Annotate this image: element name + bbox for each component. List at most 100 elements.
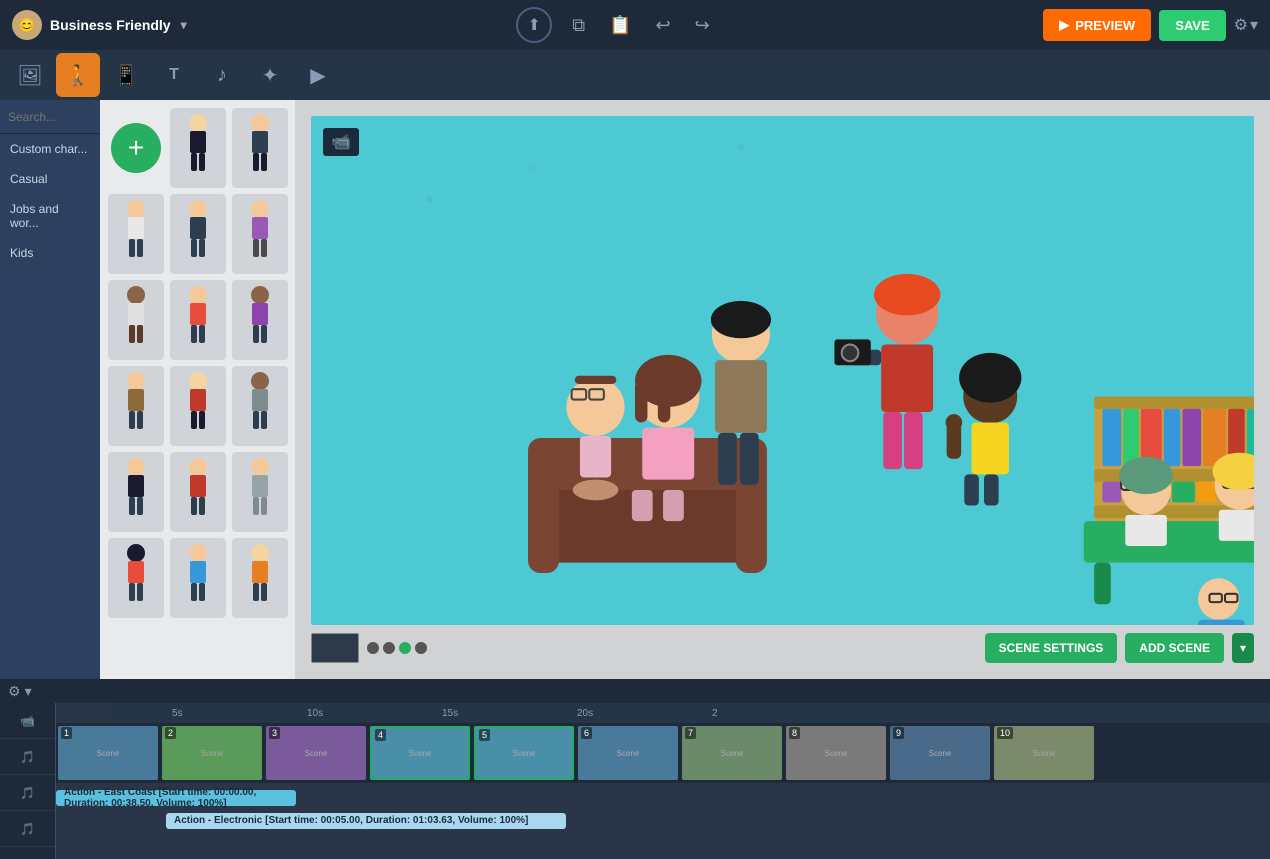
character-item[interactable] bbox=[170, 108, 226, 188]
ruler-mark-15s: 15s bbox=[442, 708, 458, 719]
audio-bar-2: Action - Electronic [Start time: 00:05.0… bbox=[166, 813, 566, 829]
scene-thumb-4[interactable]: Scene 4 bbox=[370, 726, 470, 780]
scene-thumb-9[interactable]: Scene 9 bbox=[890, 726, 990, 780]
character-item[interactable] bbox=[108, 194, 164, 274]
top-nav-right: ▶ PREVIEW SAVE ⚙ ▾ bbox=[1043, 9, 1258, 41]
audio-label-2: Action - Electronic [Start time: 00:05.0… bbox=[174, 815, 528, 826]
scene-settings-button[interactable]: SCENE SETTINGS bbox=[985, 633, 1118, 663]
character-item[interactable] bbox=[170, 452, 226, 532]
character-item[interactable] bbox=[108, 280, 164, 360]
toolbar-music[interactable]: ♪ bbox=[200, 53, 244, 97]
playback-dot-inactive bbox=[367, 642, 379, 654]
scene-thumbnail-small bbox=[311, 633, 359, 663]
main-area: 🔍 Custom char... Casual Jobs and wor... … bbox=[0, 100, 1270, 679]
character-item[interactable] bbox=[170, 280, 226, 360]
settings-button[interactable]: ⚙ ▾ bbox=[1234, 15, 1258, 35]
upload-button[interactable]: ⬆ bbox=[516, 7, 552, 43]
ruler-mark-20s: 20s bbox=[577, 708, 593, 719]
copy-button[interactable]: ⧉ bbox=[568, 11, 589, 40]
character-item[interactable] bbox=[170, 194, 226, 274]
camera-icon: 📹 bbox=[323, 128, 359, 156]
add-scene-button[interactable]: ADD SCENE bbox=[1125, 633, 1224, 663]
sidebar-item-custom-char[interactable]: Custom char... bbox=[0, 134, 100, 164]
audio-label-1: Action - East Coast [Start time: 00:00.0… bbox=[64, 787, 288, 809]
toolbar-effects[interactable]: ✦ bbox=[248, 53, 292, 97]
scene-number-3: 3 bbox=[269, 727, 280, 739]
preview-button[interactable]: ▶ PREVIEW bbox=[1043, 9, 1151, 41]
audio-track-2[interactable]: Action - Electronic [Start time: 00:05.0… bbox=[56, 811, 1270, 831]
character-item[interactable] bbox=[108, 366, 164, 446]
bottom-controls: SCENE SETTINGS ADD SCENE ▾ bbox=[311, 625, 1254, 663]
toolbar-character[interactable]: 🚶 bbox=[56, 53, 100, 97]
add-scene-dropdown-button[interactable]: ▾ bbox=[1232, 633, 1254, 663]
search-input[interactable] bbox=[8, 110, 100, 124]
audio-bar-1: Action - East Coast [Start time: 00:00.0… bbox=[56, 790, 296, 806]
scene-thumb-8[interactable]: Scene 8 bbox=[786, 726, 886, 780]
playback-dot-inactive2 bbox=[383, 642, 395, 654]
ruler-mark-2: 2 bbox=[712, 708, 718, 719]
character-item[interactable] bbox=[232, 194, 288, 274]
gear-dropdown-icon: ▾ bbox=[25, 683, 32, 700]
playback-dot-active bbox=[399, 642, 411, 654]
toolbar-tablet[interactable]: 📱 bbox=[104, 53, 148, 97]
canvas-area: 📹 bbox=[295, 100, 1270, 679]
scene-number-1: 1 bbox=[61, 727, 72, 739]
undo-button[interactable]: ↩ bbox=[651, 11, 674, 40]
timeline-gear-button[interactable]: ⚙ ▾ bbox=[8, 683, 32, 700]
sidebar-item-casual[interactable]: Casual bbox=[0, 164, 100, 194]
timeline-track-icons: 📹 🎵 🎵 🎵 bbox=[0, 703, 56, 859]
scene-thumb-6[interactable]: Scene 6 bbox=[578, 726, 678, 780]
scene-thumb-3[interactable]: Scene 3 bbox=[266, 726, 366, 780]
settings-icon: ⚙ bbox=[1234, 15, 1248, 35]
character-item[interactable] bbox=[232, 366, 288, 446]
scene-number-7: 7 bbox=[685, 727, 696, 739]
paste-button[interactable]: 📋 bbox=[605, 11, 635, 40]
audio-track-3 bbox=[56, 834, 1270, 854]
character-item[interactable] bbox=[232, 452, 288, 532]
scene-thumb-7[interactable]: Scene 7 bbox=[682, 726, 782, 780]
timeline-ruler: 5s 10s 15s 20s 2 bbox=[112, 703, 1270, 723]
timeline-audio3-icon: 🎵 bbox=[0, 811, 55, 847]
character-item[interactable] bbox=[232, 108, 288, 188]
toolbar-text[interactable]: T bbox=[152, 53, 196, 97]
brand-avatar: 😊 bbox=[12, 10, 42, 40]
sidebar-item-kids[interactable]: Kids bbox=[0, 238, 100, 268]
gear-icon: ⚙ bbox=[8, 683, 21, 700]
search-bar: 🔍 bbox=[0, 100, 100, 134]
scene-number-4: 4 bbox=[375, 729, 386, 741]
scene-thumb-2[interactable]: Scene 2 bbox=[162, 726, 262, 780]
sidebar-item-jobs[interactable]: Jobs and wor... bbox=[0, 194, 100, 238]
top-nav-center: ⬆ ⧉ 📋 ↩ ↪ bbox=[187, 7, 1044, 43]
playback-dot-inactive3 bbox=[415, 642, 427, 654]
ruler-mark-5s: 5s bbox=[172, 708, 183, 719]
scene-thumb-10[interactable]: Scene 10 bbox=[994, 726, 1094, 780]
character-grid: + bbox=[100, 100, 295, 679]
audio-tracks: Action - East Coast [Start time: 00:00.0… bbox=[56, 783, 1270, 859]
character-item[interactable] bbox=[170, 538, 226, 618]
toolbar-image[interactable]: 🖼 bbox=[8, 53, 52, 97]
preview-label: PREVIEW bbox=[1075, 18, 1135, 33]
scene-thumb-5[interactable]: Scene 5 bbox=[474, 726, 574, 780]
scene-number-6: 6 bbox=[581, 727, 592, 739]
toolbar-video[interactable]: ▶ bbox=[296, 53, 340, 97]
character-item[interactable] bbox=[108, 538, 164, 618]
scene-number-10: 10 bbox=[997, 727, 1013, 739]
top-nav: 😊 Business Friendly ▾ ⬆ ⧉ 📋 ↩ ↪ ▶ PREVIE… bbox=[0, 0, 1270, 50]
canvas-frame[interactable]: 📹 bbox=[311, 116, 1254, 625]
redo-button[interactable]: ↪ bbox=[691, 11, 714, 40]
add-character-button[interactable]: + bbox=[111, 123, 161, 173]
character-item[interactable] bbox=[170, 366, 226, 446]
scene-number-5: 5 bbox=[479, 729, 490, 741]
scene-thumb-1[interactable]: Scene 1 bbox=[58, 726, 158, 780]
scene-number-8: 8 bbox=[789, 727, 800, 739]
scene-thumbnails-row: Scene 1 Scene 2 Scene 3 bbox=[56, 723, 1270, 783]
timeline-audio1-icon: 🎵 bbox=[0, 739, 55, 775]
audio-track-1[interactable]: Action - East Coast [Start time: 00:00.0… bbox=[56, 788, 1270, 808]
brand-area[interactable]: 😊 Business Friendly ▾ bbox=[12, 10, 187, 40]
timeline-video-icon: 📹 bbox=[0, 703, 55, 739]
save-button[interactable]: SAVE bbox=[1159, 10, 1225, 41]
character-item[interactable] bbox=[108, 452, 164, 532]
character-item[interactable] bbox=[232, 280, 288, 360]
timeline-audio2-icon: 🎵 bbox=[0, 775, 55, 811]
character-item[interactable] bbox=[232, 538, 288, 618]
